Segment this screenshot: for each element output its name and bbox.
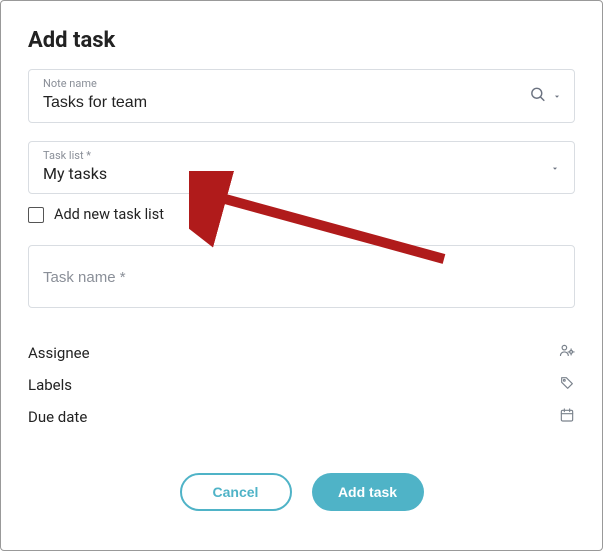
add-new-task-list-checkbox[interactable]: [28, 207, 44, 223]
modal-title: Add task: [28, 28, 575, 53]
task-name-field[interactable]: [28, 245, 575, 308]
note-name-field[interactable]: Note name: [28, 69, 575, 123]
add-new-task-list-label: Add new task list: [54, 206, 164, 223]
note-name-label: Note name: [43, 77, 562, 90]
assignee-row[interactable]: Assignee: [28, 336, 575, 369]
add-new-task-list-row[interactable]: Add new task list: [28, 206, 575, 223]
due-date-row[interactable]: Due date: [28, 401, 575, 433]
search-icon[interactable]: [529, 86, 546, 107]
calendar-icon: [559, 407, 575, 427]
labels-label: Labels: [28, 376, 72, 394]
due-date-label: Due date: [28, 408, 87, 426]
task-list-value: My tasks: [43, 164, 562, 183]
task-name-input[interactable]: [43, 269, 560, 286]
button-row: Cancel Add task: [28, 473, 575, 511]
chevron-down-icon[interactable]: [552, 87, 562, 106]
note-name-actions: [529, 86, 562, 107]
note-name-input[interactable]: [43, 94, 562, 112]
add-task-button[interactable]: Add task: [312, 473, 424, 511]
chevron-down-icon[interactable]: [550, 158, 560, 177]
task-list-label: Task list *: [43, 149, 562, 162]
cancel-button[interactable]: Cancel: [180, 473, 292, 511]
assignee-icon: [558, 342, 575, 363]
tag-icon: [559, 375, 575, 395]
task-list-field[interactable]: Task list * My tasks: [28, 141, 575, 194]
assignee-label: Assignee: [28, 344, 90, 362]
labels-row[interactable]: Labels: [28, 369, 575, 401]
add-task-modal: Add task Note name Task list * My tasks …: [0, 0, 603, 551]
